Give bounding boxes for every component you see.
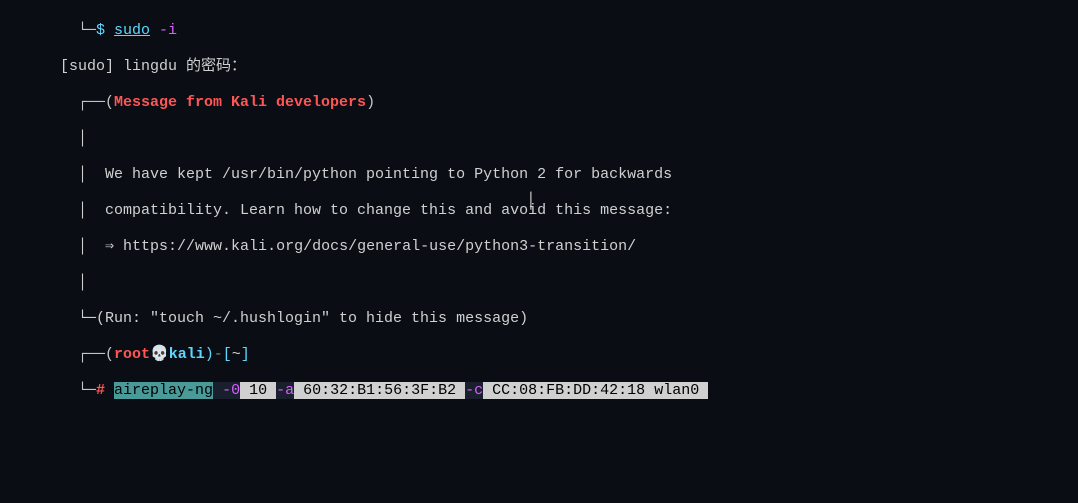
sudo-command: sudo [114,22,150,39]
box-top-tree: ┌──( [60,94,114,111]
arg-client-mac: CC:08:FB:DD:42:18 [483,382,645,399]
skull-icon: 💀 [150,346,169,363]
kali-dev-title: Message from Kali developers [114,94,366,111]
arg-count: 10 [240,382,276,399]
prompt-path: ~ [232,346,241,363]
arg-bssid: 60:32:B1:56:3F:B2 [294,382,465,399]
prompt-line-2-top: ┌──(root💀kali)-[~] [60,346,1078,364]
terminal-output[interactable]: └─$ sudo -i [sudo] lingdu 的密码： ┌──(Messa… [0,0,1078,418]
flag-c: -c [465,382,483,399]
prompt-dash: - [214,346,223,363]
prompt-line-2-bottom[interactable]: └─# aireplay-ng -0 10 -a 60:32:B1:56:3F:… [60,382,1078,400]
tree-connector: └─ [60,22,96,39]
aireplay-command: aireplay-ng [114,382,213,399]
prompt-dollar: $ [96,22,114,39]
prompt-user: root [114,346,150,363]
box-top-close: ) [366,94,375,111]
prompt-bracket-open: [ [223,346,232,363]
prompt-line-1: └─$ sudo -i [60,22,1078,40]
prompt-tree-top: ┌──( [60,346,114,363]
msg-box-body1: │ We have kept /usr/bin/python pointing … [60,166,1078,184]
flag-a: -a [276,382,294,399]
msg-box-body3: │ ⇒ https://www.kali.org/docs/general-us… [60,238,1078,256]
text-cursor-icon: │ [526,192,536,211]
prompt-close-paren: ) [205,346,214,363]
msg-box-bottom: └─(Run: "touch ~/.hushlogin" to hide thi… [60,310,1078,328]
msg-box-top: ┌──(Message from Kali developers) [60,94,1078,112]
flag-0: -0 [213,382,240,399]
msg-box-body2: │ compatibility. Learn how to change thi… [60,202,1078,220]
arg-interface: wlan0 [645,382,708,399]
prompt-tree-bottom: └─ [60,382,96,399]
msg-box-empty2: │ [60,274,1078,292]
sudo-flag: -i [150,22,177,39]
prompt-bracket-close: ] [241,346,250,363]
prompt-hash: # [96,382,114,399]
sudo-password-prompt: [sudo] lingdu 的密码： [60,58,1078,76]
prompt-host: kali [169,346,205,363]
msg-box-empty1: │ [60,130,1078,148]
